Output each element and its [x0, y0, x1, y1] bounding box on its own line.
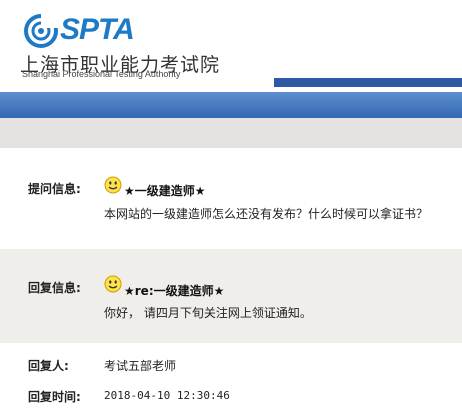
replier-row: 回复人: 考试五部老师	[0, 345, 462, 379]
replier-value: 考试五部老师	[104, 359, 177, 373]
reply-title: ★re:一级建造师★	[124, 284, 225, 298]
header-accent-bar	[274, 78, 462, 87]
question-section: 提问信息: ★一级建造师★ 本网站的一级建造师怎么还没有发布？什么时候可以拿证书…	[0, 150, 462, 246]
question-label: 提问信息:	[28, 182, 81, 196]
logo-text: SPTA	[60, 13, 135, 46]
replier-label: 回复人:	[28, 359, 69, 373]
nav-band	[0, 92, 462, 118]
org-name-en: Shanghai Professional Testing Authority	[22, 69, 181, 79]
question-content: 本网站的一级建造师怎么还没有发布？什么时候可以拿证书？	[104, 207, 429, 221]
reply-time-value: 2018-04-10 12:30:46	[104, 389, 230, 402]
smiley-icon	[104, 176, 122, 194]
reply-content: 你好， 请四月下旬关注网上领证通知。	[104, 306, 312, 320]
reply-section: 回复信息: ★re:一级建造师★ 你好， 请四月下旬关注网上领证通知。	[0, 249, 462, 343]
reply-label: 回复信息:	[28, 281, 81, 295]
reply-time-row: 回复时间: 2018-04-10 12:30:46	[0, 379, 462, 413]
sub-band	[0, 118, 462, 148]
reply-time-label: 回复时间:	[28, 390, 81, 404]
site-header: SPTA 上海市职业能力考试院 Shanghai Professional Te…	[0, 0, 462, 92]
smiley-icon	[104, 275, 122, 293]
question-title: ★一级建造师★	[124, 184, 206, 198]
spta-logo-icon	[24, 14, 58, 48]
